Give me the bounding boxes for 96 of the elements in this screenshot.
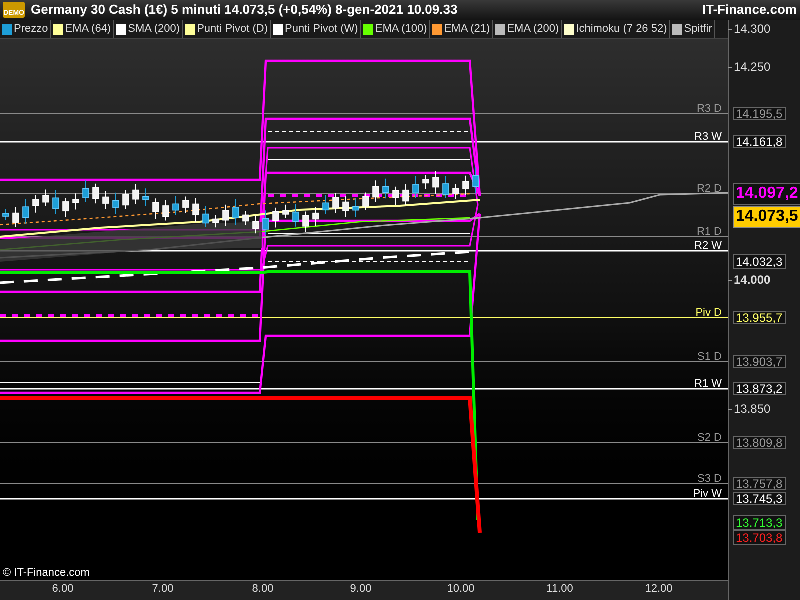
candlestick [32, 194, 40, 214]
price-tag: 13.873,2 [733, 382, 786, 395]
candlestick [292, 204, 300, 228]
candlestick [132, 184, 140, 205]
level-label: S3 D [698, 474, 722, 485]
candlestick [142, 188, 150, 206]
level-label: R3 W [694, 132, 722, 143]
price-tag: 14.161,8 [733, 135, 786, 148]
candlestick [302, 211, 310, 233]
legend-item[interactable]: Ichimoku (7 26 52) [562, 20, 670, 38]
legend-item[interactable]: Spitfir [670, 20, 716, 38]
level-label: R3 D [696, 104, 722, 115]
price-tag: 13.713,3 [733, 515, 786, 530]
candlestick [102, 190, 110, 210]
brand-name: IT-Finance.com [702, 1, 797, 20]
candlestick [422, 174, 430, 190]
candlestick [382, 178, 390, 200]
candlestick [152, 198, 160, 220]
axis-label: 14.300 [734, 23, 771, 35]
axis-label: 12.00 [645, 584, 673, 595]
candlestick [212, 214, 220, 228]
axis-label: 8.00 [252, 584, 274, 595]
candlestick [392, 186, 400, 206]
candlestick [62, 197, 70, 218]
level-label: R1 D [696, 227, 722, 238]
candlestick [22, 198, 30, 224]
candlestick [182, 196, 190, 214]
candlestick [282, 204, 290, 219]
candlestick [452, 184, 460, 200]
axis-label: 13.850 [734, 403, 771, 415]
candlestick [372, 180, 380, 203]
legend-item[interactable]: EMA (200) [493, 20, 562, 38]
legend-item[interactable]: Punti Pivot (W) [271, 20, 362, 38]
candlestick [412, 176, 420, 199]
axis-label: 7.00 [152, 584, 174, 595]
candlestick [402, 184, 410, 206]
price-tag: 13.703,8 [733, 530, 786, 545]
candlestick [232, 198, 240, 226]
price-tag: 14.097,2 [733, 183, 800, 205]
candlestick [112, 192, 120, 216]
price-tag: 13.757,8 [733, 477, 786, 490]
price-tag: 14.195,5 [733, 107, 786, 120]
level-label: R2 W [694, 241, 722, 252]
candlestick [2, 209, 10, 221]
candlestick [72, 193, 80, 210]
candlestick [442, 175, 450, 200]
candlestick [342, 196, 350, 218]
candlestick [312, 206, 320, 227]
level-label: S1 D [698, 352, 722, 363]
candlestick [92, 183, 100, 204]
axis-label: 9.00 [350, 584, 372, 595]
candlestick [322, 194, 330, 215]
axis-label: 10.00 [447, 584, 475, 595]
candlestick [242, 210, 250, 226]
candlestick [462, 175, 470, 196]
legend-item[interactable]: EMA (21) [430, 20, 494, 38]
price-tag: 14.032,3 [733, 254, 786, 269]
candlestick [42, 189, 50, 207]
candlestick [252, 215, 260, 234]
legend-item[interactable]: SMA (200) [114, 20, 184, 38]
legend-item[interactable]: Prezzo [0, 20, 52, 38]
candlestick [432, 171, 440, 195]
window-title: Germany 30 Cash (1€) 5 minuti 14.073,5 (+0,54%) 8-gen-2021 10.09.33 [31, 1, 458, 20]
legend-item[interactable]: Punti Pivot (D) [183, 20, 271, 38]
price-tag: 13.955,7 [733, 311, 786, 324]
candlestick [222, 204, 230, 227]
level-label: R2 D [696, 184, 722, 195]
candlestick [82, 180, 90, 203]
price-tag: 13.745,3 [733, 492, 786, 505]
axis-label: 14.000 [734, 274, 771, 286]
candlestick [362, 192, 370, 211]
candlestick [12, 206, 20, 228]
legend-item[interactable]: EMA (100) [361, 20, 430, 38]
candlestick [472, 167, 480, 194]
candlestick [202, 206, 210, 228]
candlestick [172, 196, 180, 216]
level-label: Piv D [696, 308, 722, 319]
copyright-text: © IT-Finance.com [3, 568, 90, 579]
axis-label: 14.250 [734, 61, 771, 73]
candlestick [122, 190, 130, 210]
candlestick [162, 200, 170, 222]
candlestick [52, 190, 60, 214]
level-label: Piv W [693, 489, 722, 500]
candlestick [272, 207, 280, 228]
legend-item[interactable]: EMA (64) [51, 20, 114, 38]
level-label: S2 D [698, 433, 722, 444]
candlestick [192, 198, 200, 223]
candlestick [332, 192, 340, 214]
axis-label: 6.00 [52, 584, 74, 595]
price-tag: 14.073,5 [733, 206, 800, 228]
price-tag: 13.903,7 [733, 355, 786, 368]
price-tag: 13.809,8 [733, 436, 786, 449]
level-label: R1 W [694, 379, 722, 390]
candlestick [262, 210, 270, 236]
candlestick [352, 198, 360, 218]
axis-label: 11.00 [546, 584, 574, 595]
